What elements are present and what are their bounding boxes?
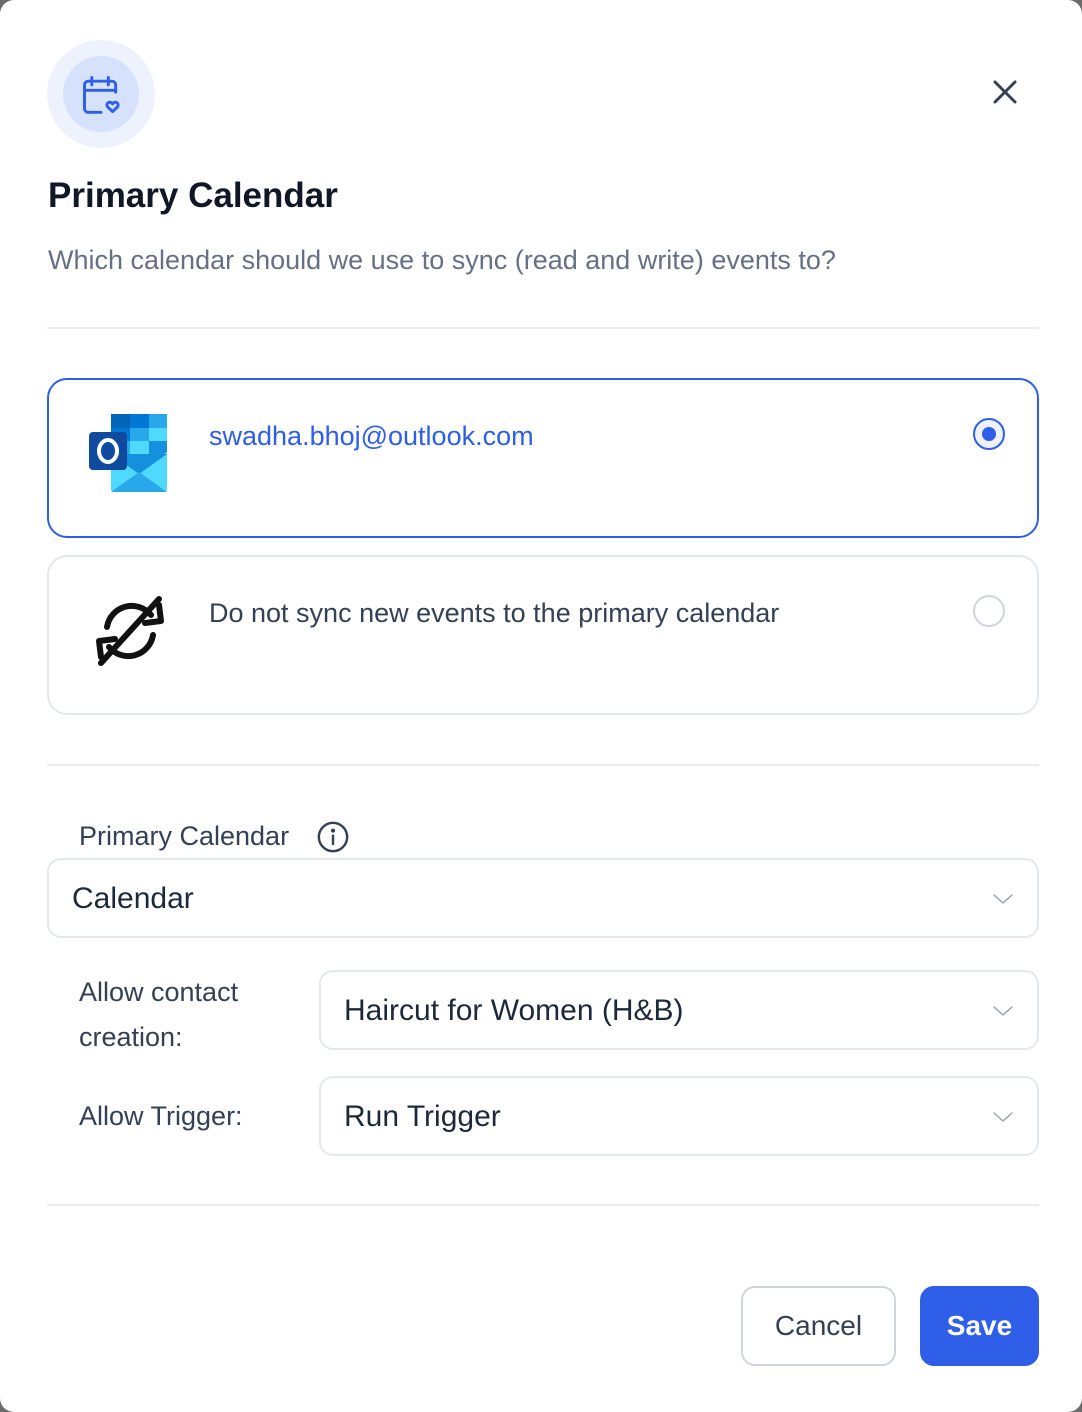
save-button[interactable]: Save <box>920 1286 1039 1366</box>
chevron-down-icon <box>993 1112 1013 1122</box>
outlook-icon <box>89 414 167 492</box>
option-label: Do not sync new events to the primary ca… <box>209 598 780 628</box>
modal-title: Primary Calendar <box>48 176 338 215</box>
close-button[interactable] <box>983 70 1027 114</box>
radio-unselected[interactable] <box>973 595 1005 627</box>
chevron-down-icon <box>993 894 1013 904</box>
select-value: Haircut for Women (H&B) <box>344 994 684 1027</box>
radio-selected[interactable] <box>973 418 1005 450</box>
divider <box>47 327 1039 329</box>
trigger-select[interactable]: Run Trigger <box>319 1076 1039 1156</box>
chevron-down-icon <box>993 1006 1013 1016</box>
select-value: Run Trigger <box>344 1100 501 1133</box>
contact-creation-select[interactable]: Haircut for Women (H&B) <box>319 970 1039 1050</box>
calendar-option-no-sync[interactable]: Do not sync new events to the primary ca… <box>47 555 1039 715</box>
select-value: Calendar <box>72 882 194 915</box>
divider <box>47 1204 1039 1206</box>
header-icon-badge <box>47 40 155 148</box>
primary-calendar-select[interactable]: Calendar <box>47 858 1039 938</box>
sync-off-icon <box>96 596 164 666</box>
primary-calendar-label: Primary Calendar <box>79 821 290 851</box>
calendar-option-outlook[interactable]: swadha.bhoj@outlook.com <box>47 378 1039 538</box>
contact-creation-label-line2: creation: <box>79 1022 183 1052</box>
trigger-label: Allow Trigger: <box>79 1101 243 1131</box>
primary-calendar-modal: Primary Calendar Which calendar should w… <box>0 0 1082 1412</box>
calendar-heart-icon <box>83 76 120 114</box>
option-label: swadha.bhoj@outlook.com <box>209 421 534 451</box>
close-icon[interactable] <box>990 77 1020 107</box>
info-icon[interactable] <box>316 820 350 854</box>
cancel-button[interactable]: Cancel <box>741 1286 896 1366</box>
modal-subtitle: Which calendar should we use to sync (re… <box>48 245 836 275</box>
divider <box>47 764 1039 766</box>
contact-creation-label-line1: Allow contact <box>79 977 239 1007</box>
